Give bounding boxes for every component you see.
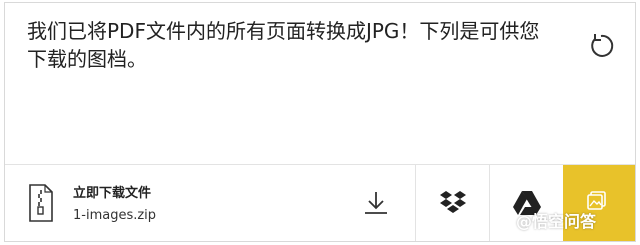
file-name: 1-images.zip bbox=[73, 208, 157, 223]
download-button[interactable] bbox=[337, 165, 415, 241]
watermark: @悟空问答 bbox=[516, 212, 597, 231]
result-panel: 我们已将PDF文件内的所有页面转换成JPG！下列是可供您下载的图档。 立即下载文… bbox=[4, 2, 636, 242]
download-title[interactable]: 立即下载文件 bbox=[73, 182, 151, 201]
zip-file-icon bbox=[29, 184, 53, 222]
result-message: 我们已将PDF文件内的所有页面转换成JPG！下列是可供您下载的图档。 bbox=[27, 19, 540, 71]
dropbox-button[interactable] bbox=[415, 165, 489, 241]
reset-button[interactable] bbox=[583, 28, 619, 64]
dropbox-icon bbox=[439, 191, 466, 213]
watermark-logo-icon bbox=[494, 210, 514, 230]
reset-icon bbox=[591, 34, 614, 57]
download-icon bbox=[365, 192, 387, 214]
